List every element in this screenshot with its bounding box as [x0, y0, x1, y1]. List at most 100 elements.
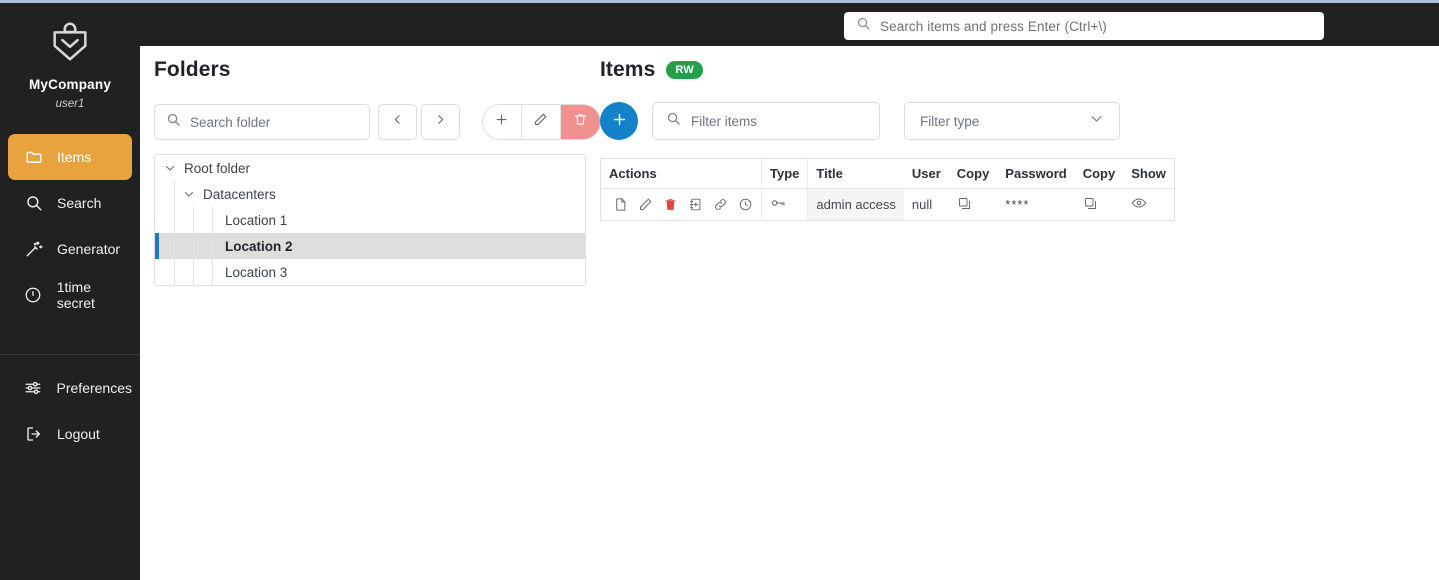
cell-title: admin access [807, 188, 904, 221]
folder-search-placeholder: Search folder [190, 114, 271, 130]
search-icon [24, 194, 43, 213]
key-icon [770, 195, 786, 211]
magic-wand-icon [24, 240, 43, 259]
items-toolbar: Filter items Filter type [600, 102, 1120, 140]
folders-toolbar: Search folder [154, 104, 601, 140]
sidebar-item-label: Logout [57, 426, 100, 442]
cell-actions [601, 189, 762, 221]
sidebar-item-logout[interactable]: Logout [8, 411, 132, 457]
search-icon [856, 16, 871, 36]
tree-item-label: Location 2 [225, 238, 293, 254]
pencil-icon[interactable] [638, 197, 653, 212]
column-copy-user: Copy [948, 158, 998, 189]
sidebar-item-label: 1time secret [56, 279, 95, 311]
sidebar-item-generator[interactable]: Generator [8, 226, 132, 272]
sidebar-item-label: Search [57, 195, 102, 211]
table-header-row: Actions Type Title User Copy Password Co… [600, 158, 1175, 189]
sidebar-item-preferences[interactable]: Preferences [8, 365, 132, 411]
items-panel: Items RW Filter items Filter type Action… [600, 58, 1175, 221]
sidebar-item-search[interactable]: Search [8, 180, 132, 226]
sliders-icon [24, 379, 43, 398]
app-root: Search items and press Enter (Ctrl+\) My… [0, 0, 1439, 580]
folder-crud-group [481, 104, 601, 140]
cell-copy-password[interactable] [1075, 189, 1124, 221]
tree-item-location-1[interactable]: Location 1 [155, 207, 585, 233]
main-content: Folders Search folder Root folder Datace… [140, 46, 1439, 580]
cell-show[interactable] [1123, 189, 1174, 221]
items-table-head: Actions Type Title User Copy Password Co… [600, 158, 1175, 189]
file-icon[interactable] [613, 197, 628, 212]
tree-item-location-2[interactable]: Location 2 [155, 233, 585, 259]
chevron-down-icon[interactable] [182, 187, 196, 201]
column-type: Type [760, 158, 809, 189]
trash-icon [573, 112, 588, 132]
add-item-button[interactable] [600, 102, 638, 140]
trash-icon[interactable] [663, 197, 678, 212]
shield-lock-logo-icon [0, 19, 140, 70]
table-row[interactable]: admin access null **** [601, 188, 1175, 221]
copy-icon[interactable] [957, 196, 972, 211]
column-password: Password [997, 158, 1075, 189]
top-bar: Search items and press Enter (Ctrl+\) [0, 3, 1439, 46]
global-search-input[interactable]: Search items and press Enter (Ctrl+\) [844, 12, 1324, 40]
logout-icon [24, 425, 43, 444]
folder-next-button[interactable] [421, 104, 460, 140]
chevron-left-icon [391, 113, 404, 131]
tree-item-label: Location 3 [225, 264, 288, 280]
column-show: Show [1123, 158, 1175, 189]
permission-badge: RW [666, 61, 704, 79]
column-actions: Actions [600, 158, 762, 189]
edit-folder-button[interactable] [521, 105, 560, 139]
link-icon[interactable] [713, 197, 728, 212]
folder-tree: Root folder Datacenters Location 1 Locat… [154, 154, 586, 286]
column-title: Title [807, 158, 904, 189]
column-user: User [903, 158, 949, 189]
tree-item-label: Datacenters [203, 186, 276, 202]
chevron-right-icon [434, 113, 447, 131]
items-title: Items [600, 58, 656, 81]
item-filter-placeholder: Filter items [691, 113, 758, 129]
brand: MyCompany user1 [0, 3, 140, 110]
sidebar-item-1time-secret[interactable]: 1time secret [8, 272, 132, 318]
plus-icon [611, 111, 628, 132]
clock-icon[interactable] [738, 197, 753, 212]
sidebar: MyCompany user1 Items Search Generator 1… [0, 3, 140, 580]
sidebar-nav: Items Search Generator 1time secret Pref… [0, 134, 140, 457]
folders-panel: Folders Search folder Root folder Datace… [154, 58, 601, 286]
cell-copy-user[interactable] [949, 189, 998, 221]
eye-icon[interactable] [1131, 195, 1147, 211]
brand-name: MyCompany [28, 77, 112, 92]
sidebar-item-items[interactable]: Items [8, 134, 132, 180]
tree-item-label: Location 1 [225, 212, 288, 228]
folder-search-input[interactable]: Search folder [154, 104, 371, 140]
cell-password: **** [1005, 197, 1030, 212]
cell-type [760, 188, 809, 221]
global-search-placeholder: Search items and press Enter (Ctrl+\) [880, 18, 1107, 34]
pencil-icon [533, 112, 548, 132]
item-filter-input[interactable]: Filter items [652, 102, 880, 140]
search-icon [666, 111, 681, 131]
chevron-down-icon [1089, 111, 1104, 131]
row-action-group [609, 197, 753, 212]
sidebar-item-label: Items [57, 149, 92, 165]
column-copy-password: Copy [1074, 158, 1124, 189]
plus-icon [494, 112, 509, 132]
tree-item-location-3[interactable]: Location 3 [155, 259, 585, 285]
sidebar-item-label: Generator [57, 241, 121, 257]
tree-item-datacenters[interactable]: Datacenters [155, 181, 585, 207]
folder-prev-button[interactable] [378, 104, 418, 140]
copy-icon[interactable] [1083, 196, 1098, 211]
cell-user: null [911, 197, 933, 212]
tree-item-root-folder[interactable]: Root folder [155, 155, 585, 181]
sidebar-divider [0, 354, 140, 355]
tree-item-label: Root folder [184, 160, 251, 176]
sidebar-item-label: Preferences [56, 380, 132, 396]
delete-folder-button[interactable] [559, 105, 600, 139]
type-filter-select[interactable]: Filter type [904, 102, 1120, 140]
tree-selection-indicator [155, 233, 159, 259]
chevron-down-icon[interactable] [163, 161, 177, 175]
search-icon [166, 112, 181, 132]
add-folder-button[interactable] [482, 105, 522, 139]
move-to-folder-icon[interactable] [688, 197, 703, 212]
